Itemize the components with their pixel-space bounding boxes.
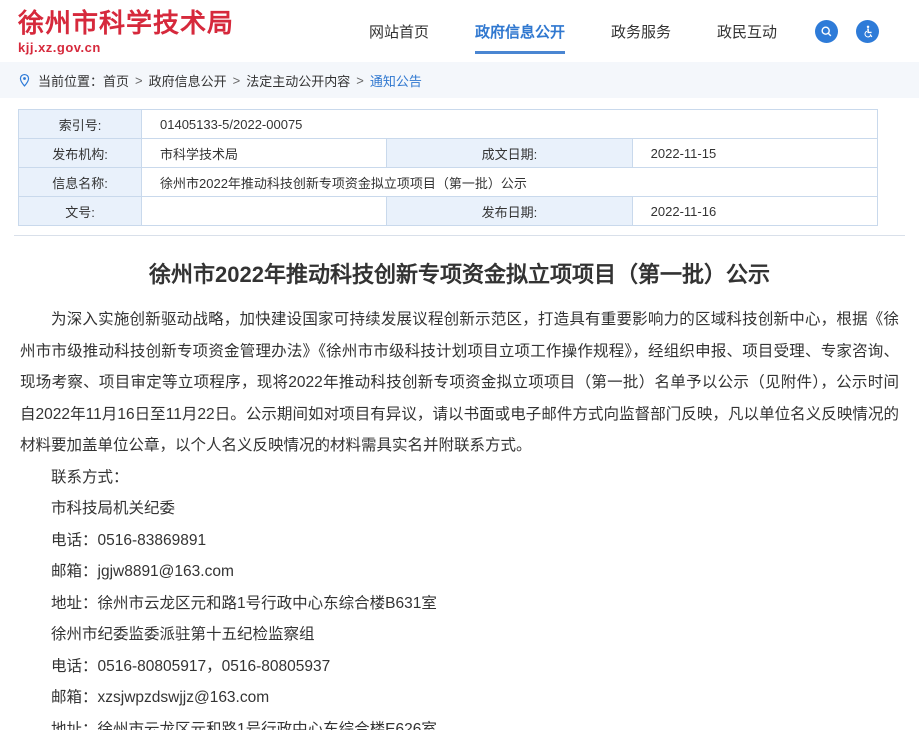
header-icons bbox=[815, 20, 879, 43]
contact-org-1: 市科技局机关纪委 bbox=[20, 493, 899, 525]
breadcrumb-home[interactable]: 首页 bbox=[103, 71, 129, 90]
meta-pub-date-value: 2022-11-16 bbox=[632, 197, 877, 226]
meta-written-date-value: 2022-11-15 bbox=[632, 139, 877, 168]
contact-heading: 联系方式： bbox=[20, 462, 899, 494]
site-domain: kjj.xz.gov.cn bbox=[18, 40, 234, 55]
accessibility-icon bbox=[861, 25, 874, 38]
meta-doc-no-label: 文号: bbox=[19, 197, 142, 226]
table-row: 文号: 发布日期: 2022-11-16 bbox=[19, 197, 878, 226]
table-row: 信息名称: 徐州市2022年推动科技创新专项资金拟立项项目（第一批）公示 bbox=[19, 168, 878, 197]
site-header: 徐州市科学技术局 kjj.xz.gov.cn 网站首页 政府信息公开 政务服务 … bbox=[0, 0, 919, 62]
breadcrumb-separator: > bbox=[233, 73, 241, 88]
contact-org-2: 徐州市纪委监委派驻第十五纪检监察组 bbox=[20, 619, 899, 651]
breadcrumb-notices[interactable]: 通知公告 bbox=[370, 71, 422, 90]
article-body: 为深入实施创新驱动战略，加快建设国家可持续发展议程创新示范区，打造具有重要影响力… bbox=[20, 304, 899, 730]
breadcrumb-separator: > bbox=[135, 73, 143, 88]
nav-item-services[interactable]: 政务服务 bbox=[611, 21, 671, 42]
location-pin-icon bbox=[18, 73, 31, 88]
site-logo[interactable]: 徐州市科学技术局 kjj.xz.gov.cn bbox=[18, 8, 234, 55]
meta-index-value: 01405133-5/2022-00075 bbox=[142, 110, 878, 139]
article-paragraph: 为深入实施创新驱动战略，加快建设国家可持续发展议程创新示范区，打造具有重要影响力… bbox=[20, 304, 899, 462]
meta-index-label: 索引号: bbox=[19, 110, 142, 139]
breadcrumb-separator: > bbox=[356, 73, 364, 88]
meta-name-value: 徐州市2022年推动科技创新专项资金拟立项项目（第一批）公示 bbox=[142, 168, 878, 197]
meta-name-label: 信息名称: bbox=[19, 168, 142, 197]
accessibility-button[interactable] bbox=[856, 20, 879, 43]
doc-meta-table: 索引号: 01405133-5/2022-00075 发布机构: 市科学技术局 … bbox=[18, 109, 878, 226]
breadcrumb: 当前位置： 首页 > 政府信息公开 > 法定主动公开内容 > 通知公告 bbox=[0, 62, 919, 98]
article-title: 徐州市2022年推动科技创新专项资金拟立项项目（第一批）公示 bbox=[20, 257, 899, 289]
nav-item-interaction[interactable]: 政民互动 bbox=[717, 21, 777, 42]
breadcrumb-label: 当前位置： bbox=[38, 71, 103, 90]
main-nav: 网站首页 政府信息公开 政务服务 政民互动 bbox=[369, 21, 777, 42]
contact-email-1: 邮箱：jgjw8891@163.com bbox=[20, 556, 899, 588]
breadcrumb-statutory-content[interactable]: 法定主动公开内容 bbox=[246, 71, 350, 90]
table-row: 索引号: 01405133-5/2022-00075 bbox=[19, 110, 878, 139]
meta-pub-date-label: 发布日期: bbox=[387, 197, 632, 226]
breadcrumb-info-disclosure[interactable]: 政府信息公开 bbox=[149, 71, 227, 90]
meta-written-date-label: 成文日期: bbox=[387, 139, 632, 168]
meta-doc-no-value bbox=[142, 197, 387, 226]
divider bbox=[14, 235, 905, 236]
contact-email-2: 邮箱：xzsjwpzdswjjz@163.com bbox=[20, 682, 899, 714]
search-button[interactable] bbox=[815, 20, 838, 43]
contact-address-2: 地址：徐州市云龙区元和路1号行政中心东综合楼E626室 bbox=[20, 714, 899, 730]
site-title: 徐州市科学技术局 bbox=[18, 8, 234, 38]
nav-item-home[interactable]: 网站首页 bbox=[369, 21, 429, 42]
meta-org-value: 市科学技术局 bbox=[142, 139, 387, 168]
nav-item-info-disclosure[interactable]: 政府信息公开 bbox=[475, 21, 565, 42]
meta-org-label: 发布机构: bbox=[19, 139, 142, 168]
contact-address-1: 地址：徐州市云龙区元和路1号行政中心东综合楼B631室 bbox=[20, 588, 899, 620]
article: 徐州市2022年推动科技创新专项资金拟立项项目（第一批）公示 为深入实施创新驱动… bbox=[0, 257, 919, 730]
contact-phone-1: 电话：0516-83869891 bbox=[20, 525, 899, 557]
search-icon bbox=[820, 25, 833, 38]
table-row: 发布机构: 市科学技术局 成文日期: 2022-11-15 bbox=[19, 139, 878, 168]
contact-phone-2: 电话：0516-80805917，0516-80805937 bbox=[20, 651, 899, 683]
